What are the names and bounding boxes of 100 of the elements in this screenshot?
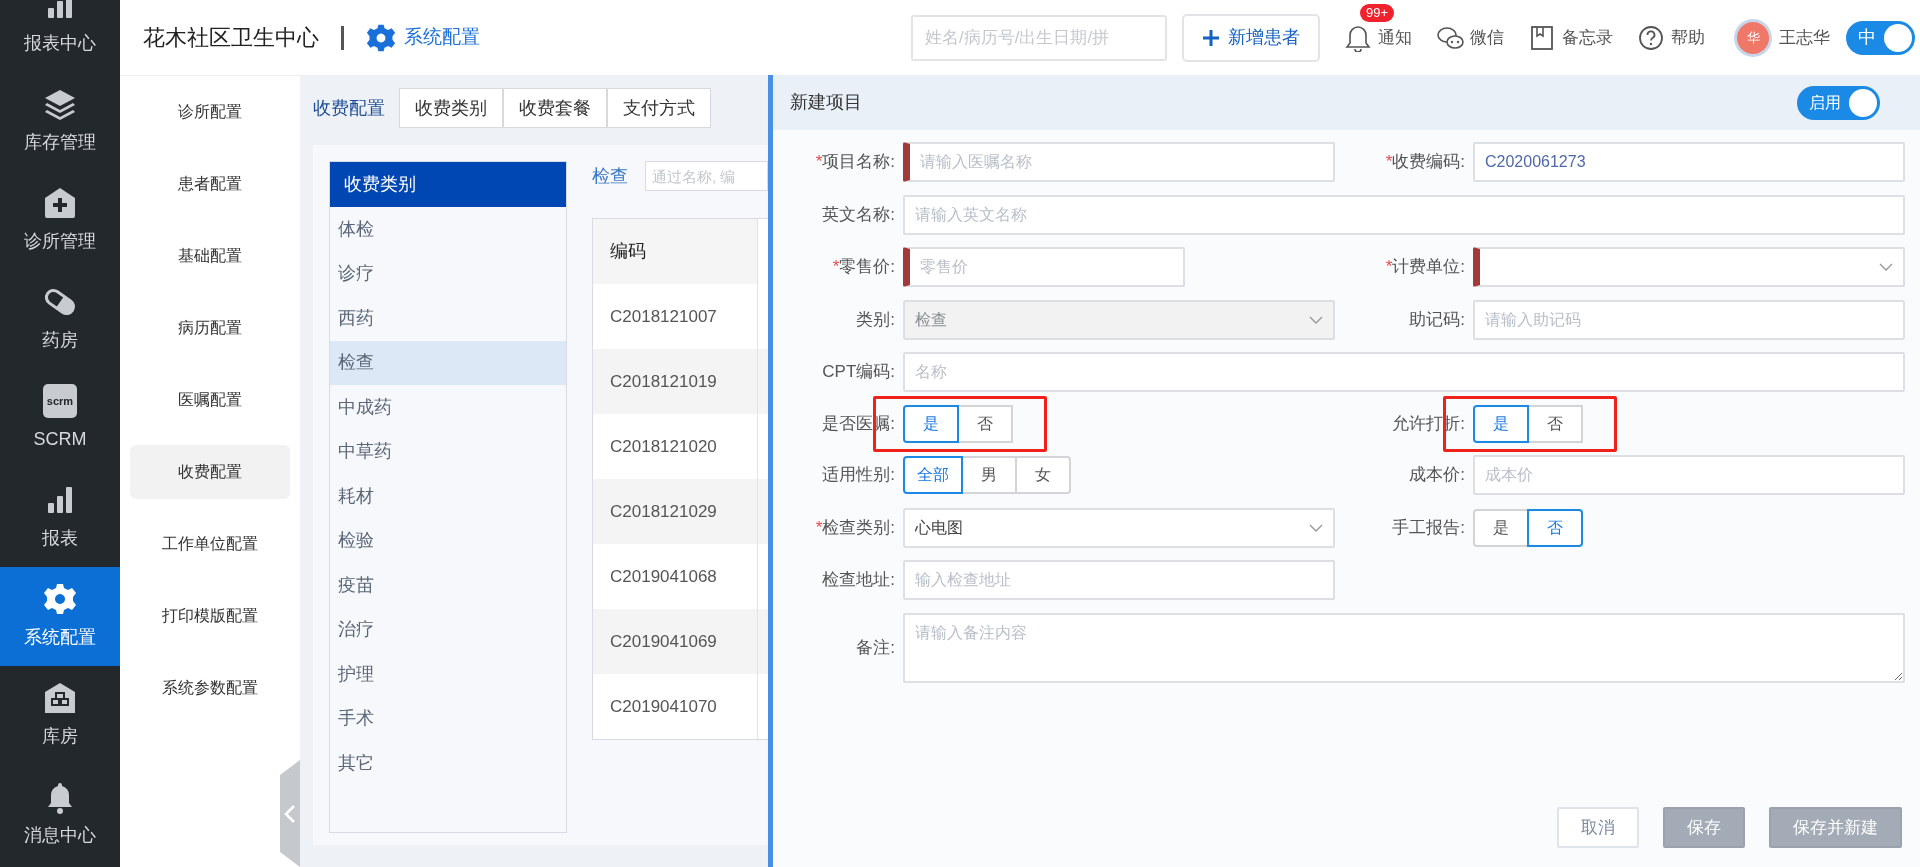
- field-label: *项目名称:: [814, 151, 895, 174]
- new-patient-button[interactable]: 新增患者: [1182, 13, 1320, 62]
- toolbar-item[interactable]: 微信: [1436, 23, 1504, 52]
- field-label: 类别:: [855, 308, 895, 331]
- bell-icon: [1344, 23, 1372, 52]
- segment-option[interactable]: 是: [903, 404, 959, 443]
- config-menu-item[interactable]: 工作单位配置: [130, 517, 290, 571]
- category-item[interactable]: 西药: [330, 296, 566, 341]
- nav-item[interactable]: 库存管理: [0, 72, 120, 171]
- select-field[interactable]: 心电图: [903, 507, 1335, 548]
- tabs-title: 收费配置: [313, 96, 385, 120]
- config-menu-item[interactable]: 病历配置: [130, 301, 290, 355]
- user-name: 王志华: [1779, 26, 1830, 49]
- config-menu-item[interactable]: 收费配置: [130, 445, 290, 499]
- category-item[interactable]: 护理: [330, 652, 566, 697]
- input-field[interactable]: 零售价: [903, 247, 1185, 287]
- config-menu-item[interactable]: 患者配置: [130, 157, 290, 211]
- config-menu-item[interactable]: 打印模版配置: [130, 589, 290, 643]
- input-field[interactable]: C2020061273: [1473, 142, 1905, 182]
- select-field[interactable]: [1473, 247, 1905, 287]
- notification-badge: 99+: [1360, 3, 1395, 22]
- nav-label: 报表: [42, 527, 78, 550]
- search-field[interactable]: 姓名/病历号/出生日期/拼: [911, 14, 1167, 61]
- section-title: 系统配置: [404, 25, 480, 50]
- chevron-down-icon: [1309, 523, 1323, 532]
- layers-icon: [43, 87, 77, 121]
- category-item[interactable]: 疫苗: [330, 563, 566, 608]
- field-label: *收费编码:: [1384, 151, 1465, 174]
- remarks-field[interactable]: 请输入备注内容: [903, 612, 1905, 683]
- category-item[interactable]: 中成药: [330, 385, 566, 430]
- nav-label: 消息中心: [24, 824, 96, 847]
- config-menu-item[interactable]: 医嘱配置: [130, 373, 290, 427]
- panel-title: 新建项目: [790, 91, 862, 114]
- category-item[interactable]: 检查: [330, 340, 566, 385]
- segment-option[interactable]: 是: [1473, 404, 1529, 443]
- nav-label: 报表中心: [24, 32, 96, 55]
- nav-label: SCRM: [33, 428, 87, 451]
- config-menu-item[interactable]: 基础配置: [130, 229, 290, 283]
- chevron-left-icon: [284, 803, 296, 824]
- segment-option[interactable]: 否: [1527, 508, 1583, 547]
- segment-option[interactable]: 男: [961, 456, 1017, 494]
- field-label: 手工报告:: [1391, 516, 1465, 539]
- category-item[interactable]: 中草药: [330, 429, 566, 474]
- toolbar-item[interactable]: 备忘录: [1528, 23, 1613, 52]
- config-menu-item[interactable]: 系统参数配置: [130, 661, 290, 715]
- filter-field[interactable]: 通过名称, 编: [645, 161, 768, 191]
- category-item[interactable]: 其它: [330, 741, 566, 786]
- field-label: 英文名称:: [821, 203, 895, 226]
- tab[interactable]: 支付方式: [607, 88, 711, 128]
- avatar: 华: [1737, 21, 1769, 54]
- category-item[interactable]: 体检: [330, 207, 566, 252]
- segment-option[interactable]: 全部: [903, 456, 963, 494]
- nav-label: 库房: [42, 725, 78, 748]
- nav-item[interactable]: 诊所管理: [0, 171, 120, 270]
- title-divider: [341, 25, 344, 50]
- config-menu-item[interactable]: 诊所配置: [130, 85, 290, 139]
- form-button[interactable]: 取消: [1557, 807, 1639, 848]
- toolbar-label: 微信: [1470, 26, 1504, 49]
- segment-option[interactable]: 女: [1015, 456, 1071, 494]
- segment-option[interactable]: 否: [957, 404, 1013, 443]
- tab[interactable]: 收费类别: [399, 88, 503, 128]
- book-icon: [1528, 23, 1556, 52]
- toolbar-label: 备忘录: [1562, 26, 1613, 49]
- nav-item[interactable]: 系统配置: [0, 567, 120, 666]
- nav-item[interactable]: 消息中心: [0, 765, 120, 864]
- category-header: 收费类别: [330, 162, 566, 207]
- category-item[interactable]: 检验: [330, 518, 566, 563]
- field-label: 检查地址:: [821, 569, 895, 592]
- enable-toggle[interactable]: 启用: [1797, 85, 1880, 120]
- input-field[interactable]: 请输入英文名称: [903, 194, 1905, 235]
- user-menu[interactable]: 华 王志华: [1737, 21, 1830, 54]
- table-cell: C2019041069: [593, 609, 758, 674]
- field-label: 助记码:: [1408, 308, 1465, 331]
- nav-item[interactable]: 报表中心: [0, 0, 120, 72]
- medical-house-icon: [43, 186, 77, 220]
- tab[interactable]: 收费套餐: [503, 88, 607, 128]
- category-item[interactable]: 耗材: [330, 474, 566, 519]
- toolbar-label: 帮助: [1671, 26, 1705, 49]
- nav-item[interactable]: 库房: [0, 666, 120, 765]
- toolbar-item[interactable]: 帮助: [1637, 23, 1705, 52]
- warehouse-icon: [43, 681, 77, 715]
- scrm-icon: scrm: [43, 384, 77, 418]
- table-cell: C2019041070: [593, 674, 758, 739]
- gear-icon: [43, 582, 77, 616]
- segment-option[interactable]: 是: [1473, 508, 1529, 547]
- category-item[interactable]: 治疗: [330, 607, 566, 652]
- input-field[interactable]: 请输入助记码: [1473, 299, 1905, 340]
- nav-item[interactable]: scrm SCRM: [0, 369, 120, 468]
- input-field[interactable]: 输入检查地址: [903, 560, 1335, 600]
- segment-option[interactable]: 否: [1527, 404, 1583, 443]
- category-item[interactable]: 手术: [330, 696, 566, 741]
- category-item[interactable]: 诊疗: [330, 251, 566, 296]
- nav-item[interactable]: 药房: [0, 270, 120, 369]
- input-field[interactable]: 请输入医嘱名称: [903, 142, 1335, 182]
- nav-item[interactable]: 报表: [0, 468, 120, 567]
- input-field[interactable]: 成本价: [1473, 455, 1905, 495]
- input-field[interactable]: 名称: [903, 352, 1905, 392]
- language-toggle[interactable]: 中: [1846, 20, 1915, 55]
- nav-label: 系统配置: [24, 626, 96, 649]
- collapse-handle[interactable]: [280, 760, 300, 867]
